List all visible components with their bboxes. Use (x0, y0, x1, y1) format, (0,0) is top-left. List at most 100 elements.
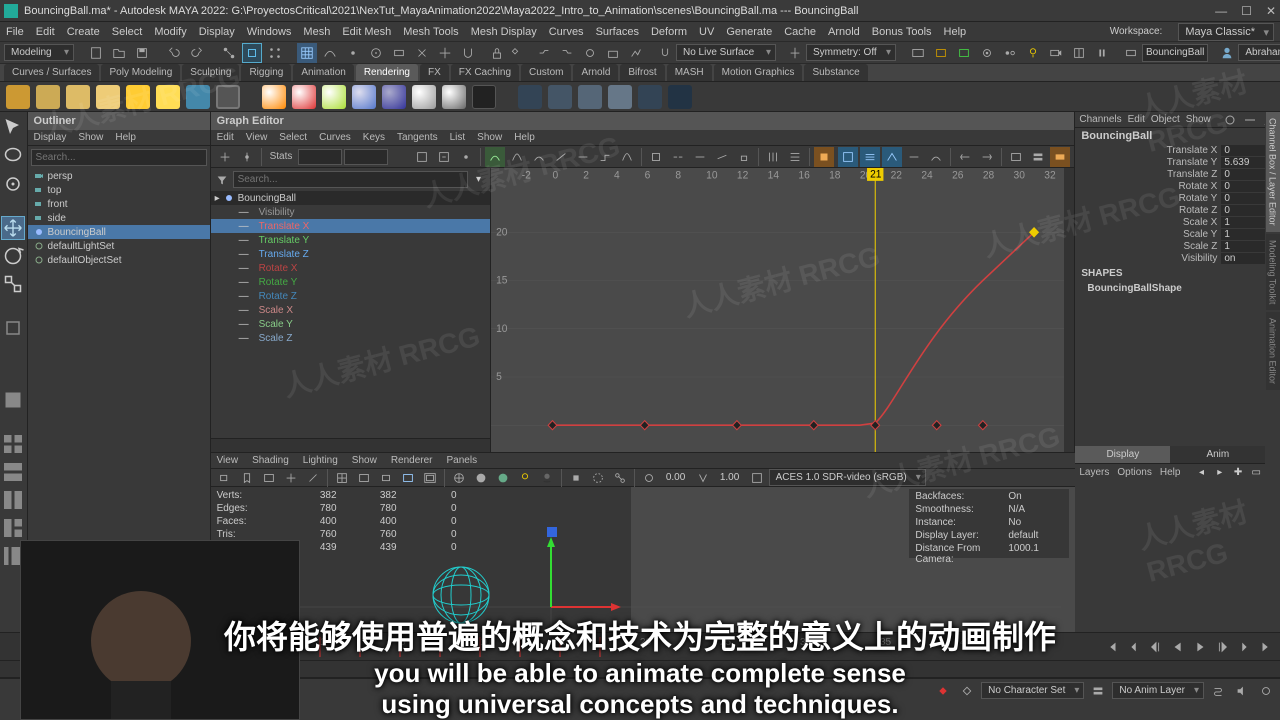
menu-create[interactable]: Create (67, 26, 100, 38)
outliner-item-bouncingball[interactable]: BouncingBall (28, 225, 210, 239)
ge-frame-playback-icon[interactable] (434, 147, 454, 167)
render-icon[interactable] (931, 43, 951, 63)
vp-gate-mask-icon[interactable] (376, 468, 396, 488)
vp-select-camera-icon[interactable] (215, 468, 235, 488)
cb-translate-z[interactable]: Translate Z0 (1075, 168, 1265, 180)
shelf-tab-sculpt[interactable]: Sculpting (182, 64, 239, 81)
shelf-tab-substance[interactable]: Substance (804, 64, 867, 81)
input-connections-icon[interactable] (534, 43, 554, 63)
outliner-search[interactable] (31, 149, 207, 166)
undo-icon[interactable] (164, 43, 184, 63)
two-pane-v-icon[interactable] (1, 488, 25, 512)
output-connections-icon[interactable] (557, 43, 577, 63)
ge-step-icon[interactable] (595, 147, 615, 167)
ge-post-infinity-icon[interactable] (977, 147, 997, 167)
vp-menu-shading[interactable]: Shading (252, 455, 289, 466)
ge-stat-value[interactable] (344, 149, 388, 165)
render-settings-icon[interactable] (977, 43, 997, 63)
vp-gamma-icon[interactable] (693, 468, 713, 488)
vp-wireframe-icon[interactable] (449, 468, 469, 488)
character-set-dropdown[interactable]: No Character Set (981, 682, 1084, 699)
vp-menu-show[interactable]: Show (352, 455, 377, 466)
vp-colorspace-dropdown[interactable]: ACES 1.0 SDR-video (sRGB) (769, 469, 926, 486)
cb-translate-y[interactable]: Translate Y5.639 (1075, 156, 1265, 168)
outliner-item-front[interactable]: front (28, 197, 210, 211)
ge-menu-select[interactable]: Select (279, 132, 307, 143)
symmetry-dropdown[interactable]: Symmetry: Off (806, 44, 896, 61)
shelf-tab-rigging[interactable]: Rigging (241, 64, 291, 81)
shelf-icon-light6[interactable] (156, 85, 180, 109)
scale-tool[interactable] (1, 272, 25, 296)
ge-buffer-icon[interactable] (646, 147, 666, 167)
ge-linear-icon[interactable] (551, 147, 571, 167)
set-key-icon[interactable] (933, 681, 953, 701)
mode-dropdown[interactable]: Modeling (4, 44, 74, 61)
vp-menu-lighting[interactable]: Lighting (303, 455, 338, 466)
shelf-icon-blinn[interactable] (292, 85, 316, 109)
snap-magnet-icon[interactable] (458, 43, 478, 63)
shelf-tab-custom[interactable]: Custom (521, 64, 571, 81)
outliner-item-persp[interactable]: persp (28, 169, 210, 183)
rotate-tool[interactable] (1, 244, 25, 268)
shelf-icon-light1[interactable] (6, 85, 30, 109)
outliner-item-lightset[interactable]: defaultLightSet (28, 239, 210, 253)
panel-layout-icon[interactable] (1069, 43, 1089, 63)
menu-editmesh[interactable]: Edit Mesh (342, 26, 391, 38)
select-by-object-icon[interactable] (242, 43, 262, 63)
ge-channel-tx[interactable]: —Translate X (211, 219, 490, 233)
vp-menu-view[interactable]: View (217, 455, 239, 466)
vp-xray-icon[interactable] (588, 468, 608, 488)
graph-editor-graph[interactable]: -202 468 101214 161820 222426 283032 510… (491, 168, 1065, 452)
shelf-tab-poly[interactable]: Poly Modeling (101, 64, 180, 81)
dp-move-down-icon[interactable]: ▸ (1215, 465, 1225, 479)
ge-unify-tangent-icon[interactable] (690, 147, 710, 167)
ge-time-snap-icon[interactable] (763, 147, 783, 167)
cb-menu-show[interactable]: Show (1186, 114, 1211, 125)
shelf-icon-ramp[interactable] (442, 85, 466, 109)
ge-open-timeeditor-icon[interactable] (1050, 147, 1070, 167)
snap-curve-icon[interactable] (320, 43, 340, 63)
ge-menu-help[interactable]: Help (514, 132, 535, 143)
shelf-icon-render3[interactable] (578, 85, 602, 109)
vp-lights-icon[interactable] (515, 468, 535, 488)
select-tool[interactable] (1, 116, 25, 140)
vp-grid-icon[interactable] (332, 468, 352, 488)
shelf-icon-render1[interactable] (518, 85, 542, 109)
ge-channel-sx[interactable]: —Scale X (211, 303, 490, 317)
ge-absolute-view-icon[interactable] (838, 147, 858, 167)
snap-projcenter-icon[interactable] (366, 43, 386, 63)
menu-cache[interactable]: Cache (784, 26, 816, 38)
menu-help[interactable]: Help (944, 26, 967, 38)
snap-grid-icon[interactable] (297, 43, 317, 63)
ge-curve-toggle-icon[interactable] (926, 147, 946, 167)
vp-textured-icon[interactable] (493, 468, 513, 488)
vp-grease-icon[interactable] (303, 468, 323, 488)
two-pane-h-icon[interactable] (1, 460, 25, 484)
vp-exposure-icon[interactable] (639, 468, 659, 488)
vtab-channel-box[interactable]: Channel Box / Layer Editor (1266, 112, 1280, 232)
auto-key-icon[interactable] (957, 681, 977, 701)
outliner-menu-display[interactable]: Display (34, 132, 67, 143)
ge-plateau-icon[interactable] (617, 147, 637, 167)
ge-free-tangent-icon[interactable] (712, 147, 732, 167)
sound-icon[interactable] (1232, 681, 1252, 701)
dp-new-layer-icon[interactable]: ✚ (1233, 465, 1243, 479)
ge-menu-curves[interactable]: Curves (319, 132, 351, 143)
vp-isolate-icon[interactable] (566, 468, 586, 488)
viewport-body[interactable]: Verts:3823820 Edges:7807800 Faces:400400… (211, 487, 1076, 632)
paint-select-tool[interactable] (1, 172, 25, 196)
snap-live-icon[interactable] (412, 43, 432, 63)
shelf-icon-batch[interactable] (638, 85, 662, 109)
ipr-icon[interactable] (954, 43, 974, 63)
three-pane-icon[interactable] (1, 516, 25, 540)
ge-insert-key-icon[interactable] (237, 147, 257, 167)
outliner-item-side[interactable]: side (28, 211, 210, 225)
ge-right-scrollbar[interactable] (1064, 168, 1074, 452)
cb-rotate-z[interactable]: Rotate Z0 (1075, 204, 1265, 216)
bake-icon[interactable] (603, 43, 623, 63)
shelf-tab-arnold[interactable]: Arnold (573, 64, 618, 81)
menu-bonustools[interactable]: Bonus Tools (872, 26, 932, 38)
outliner-menu-show[interactable]: Show (78, 132, 103, 143)
dp-menu-layers[interactable]: Layers (1079, 467, 1109, 478)
ge-move-key-icon[interactable] (215, 147, 235, 167)
